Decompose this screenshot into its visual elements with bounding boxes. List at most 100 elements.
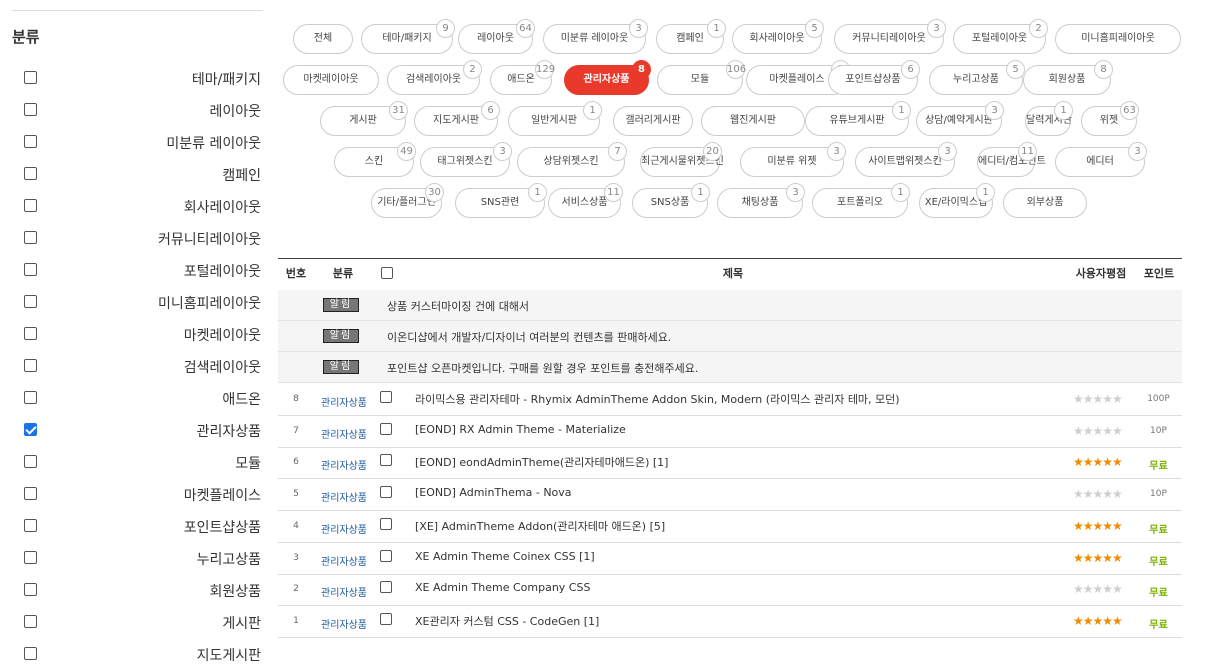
sidebar-item-label[interactable]: 커뮤니티레이아웃: [158, 229, 261, 249]
sidebar-item[interactable]: 미니홈피레이아웃: [12, 286, 263, 318]
sidebar-item[interactable]: 마켓플레이스: [12, 478, 263, 510]
category-checkbox[interactable]: [24, 231, 37, 244]
sidebar-item-label[interactable]: 포털레이아웃: [184, 261, 261, 281]
sidebar-item[interactable]: 관리자상품: [12, 414, 263, 446]
sidebar-item-label[interactable]: 게시판: [222, 613, 261, 633]
sidebar-item[interactable]: 모듈: [12, 446, 263, 478]
sidebar-item-label[interactable]: 미분류 레이아웃: [166, 133, 261, 153]
category-pill[interactable]: 마켓레이아웃: [283, 65, 379, 95]
row-category-link[interactable]: 관리자상품: [321, 426, 367, 441]
category-checkbox[interactable]: [24, 359, 37, 372]
category-checkbox[interactable]: [24, 583, 37, 596]
sidebar-item-label[interactable]: 레이아웃: [209, 101, 261, 121]
row-checkbox[interactable]: [380, 391, 392, 403]
category-checkbox[interactable]: [24, 199, 37, 212]
row-checkbox[interactable]: [380, 549, 392, 562]
category-checkbox[interactable]: [24, 551, 37, 564]
sidebar-item-label[interactable]: 지도게시판: [197, 645, 261, 665]
row-category-link[interactable]: 관리자상품: [321, 521, 367, 536]
notice-title-link[interactable]: 상품 커스터마이징 건에 대해서: [387, 298, 529, 314]
sidebar-item[interactable]: 검색레이아웃: [12, 350, 263, 382]
category-checkbox[interactable]: [24, 327, 37, 340]
row-title-link[interactable]: XE Admin Theme Company CSS: [415, 581, 590, 594]
table-row[interactable]: 3 관리자상품 XE Admin Theme Coinex CSS [1] ★★★★★…: [278, 543, 1182, 575]
sidebar-item[interactable]: 미분류 레이아웃: [12, 126, 263, 158]
sidebar-item[interactable]: 마켓레이아웃: [12, 318, 263, 350]
table-row[interactable]: 2 관리자상품 XE Admin Theme Company CSS ★★★★★ 무료: [278, 574, 1182, 607]
table-row[interactable]: 5 관리자상품 [EOND] AdminThema - Nova ★★★★★ 10P: [278, 479, 1182, 512]
sidebar-item[interactable]: 회사레이아웃: [12, 190, 263, 222]
row-title-link[interactable]: [EOND] RX Admin Theme - Materialize: [415, 423, 626, 436]
sidebar-item[interactable]: 회원상품: [12, 574, 263, 606]
sidebar-item-label[interactable]: 회원상품: [209, 581, 261, 601]
sidebar-item-label[interactable]: 누리고상품: [197, 549, 261, 569]
sidebar-item-label[interactable]: 모듈: [235, 453, 261, 473]
table-row[interactable]: 4 관리자상품 [XE] AdminTheme Addon(관리자테마 애드온) […: [278, 511, 1182, 543]
category-checkbox[interactable]: [24, 71, 37, 84]
category-checkbox[interactable]: [24, 263, 37, 276]
notice-row[interactable]: 알림 포인트샵 오픈마켓입니다. 구매를 원할 경우 포인트를 충전해주세요.: [278, 352, 1182, 383]
row-category-link[interactable]: 관리자상품: [321, 616, 367, 631]
table-row[interactable]: 7 관리자상품 [EOND] RX Admin Theme - Materializ…: [278, 416, 1182, 448]
row-checkbox[interactable]: [380, 612, 392, 625]
select-all-checkbox[interactable]: [381, 267, 393, 279]
category-pill[interactable]: 미니홈피레이아웃: [1055, 24, 1181, 54]
row-category-link[interactable]: 관리자상품: [321, 553, 367, 568]
sidebar-item-label[interactable]: 테마/패키지: [192, 69, 261, 89]
sidebar-item[interactable]: 포털레이아웃: [12, 254, 263, 286]
category-pill[interactable]: 갤러리게시판: [613, 106, 693, 136]
sidebar-item-label[interactable]: 검색레이아웃: [184, 357, 261, 377]
sidebar-item-label[interactable]: 미니홈피레이아웃: [158, 293, 261, 313]
notice-row[interactable]: 알림 이온디샵에서 개발자/디자이너 여러분의 컨텐츠를 판매하세요.: [278, 321, 1182, 352]
sidebar-item-label[interactable]: 회사레이아웃: [184, 197, 261, 217]
row-title-link[interactable]: XE Admin Theme Coinex CSS [1]: [415, 550, 595, 563]
sidebar-item-label[interactable]: 캠페인: [222, 165, 261, 185]
category-checkbox[interactable]: [24, 135, 37, 148]
sidebar-item-label[interactable]: 마켓플레이스: [184, 485, 261, 505]
row-title-link[interactable]: [XE] AdminTheme Addon(관리자테마 애드온) [5]: [415, 518, 665, 534]
table-row[interactable]: 1 관리자상품 XE관리자 커스텀 CSS - CodeGen [1] ★★★★★ 무료: [278, 606, 1182, 638]
row-category-link[interactable]: 관리자상품: [321, 457, 367, 472]
row-category-link[interactable]: 관리자상품: [321, 489, 367, 504]
category-pill[interactable]: 웹진게시판: [701, 106, 805, 136]
table-row[interactable]: 8 관리자상품 라이믹스용 관리자테마 - Rhymix AdminTheme Ad…: [278, 384, 1182, 416]
category-checkbox[interactable]: [24, 167, 37, 180]
sidebar-item[interactable]: 지도게시판: [12, 638, 263, 670]
row-checkbox[interactable]: [380, 454, 392, 467]
row-checkbox[interactable]: [380, 581, 392, 594]
row-checkbox[interactable]: [380, 486, 392, 499]
category-checkbox[interactable]: [24, 295, 37, 308]
category-checkbox[interactable]: [24, 487, 37, 500]
sidebar-item[interactable]: 누리고상품: [12, 542, 263, 574]
notice-title-link[interactable]: 이온디샵에서 개발자/디자이너 여러분의 컨텐츠를 판매하세요.: [387, 329, 671, 345]
category-checkbox[interactable]: [24, 103, 37, 116]
sidebar-item[interactable]: 게시판: [12, 606, 263, 638]
sidebar-item[interactable]: 포인트샵상품: [12, 510, 263, 542]
category-pill[interactable]: 전체: [293, 24, 353, 54]
sidebar-item-label[interactable]: 마켓레이아웃: [184, 325, 261, 345]
sidebar-item-label[interactable]: 관리자상품: [197, 421, 261, 441]
row-title-link[interactable]: [EOND] AdminThema - Nova: [415, 486, 572, 499]
category-checkbox[interactable]: [24, 615, 37, 628]
sidebar-item[interactable]: 레이아웃: [12, 94, 263, 126]
row-title-link[interactable]: [EOND] eondAdminTheme(관리자테마애드온) [1]: [415, 454, 668, 470]
sidebar-item[interactable]: 캠페인: [12, 158, 263, 190]
notice-row[interactable]: 알림 상품 커스터마이징 건에 대해서: [278, 290, 1182, 321]
category-checkbox[interactable]: [24, 647, 37, 660]
category-checkbox[interactable]: [24, 519, 37, 532]
table-row[interactable]: 6 관리자상품 [EOND] eondAdminTheme(관리자테마애드온) [1…: [278, 447, 1182, 480]
sidebar-item[interactable]: 애드온: [12, 382, 263, 414]
sidebar-item-label[interactable]: 포인트샵상품: [184, 517, 261, 537]
sidebar-item[interactable]: 테마/패키지: [12, 62, 263, 94]
category-checkbox[interactable]: [24, 455, 37, 468]
row-checkbox[interactable]: [380, 422, 392, 435]
sidebar-item-label[interactable]: 애드온: [222, 389, 261, 409]
category-pill[interactable]: 외부상품: [1003, 188, 1087, 218]
category-checkbox[interactable]: [24, 423, 37, 436]
row-category-link[interactable]: 관리자상품: [321, 394, 367, 409]
category-checkbox[interactable]: [24, 391, 37, 404]
row-checkbox[interactable]: [380, 517, 392, 530]
row-category-link[interactable]: 관리자상품: [321, 584, 367, 599]
notice-title-link[interactable]: 포인트샵 오픈마켓입니다. 구매를 원할 경우 포인트를 충전해주세요.: [387, 360, 698, 376]
row-title-link[interactable]: 라이믹스용 관리자테마 - Rhymix AdminTheme Addon Sk…: [415, 391, 900, 407]
